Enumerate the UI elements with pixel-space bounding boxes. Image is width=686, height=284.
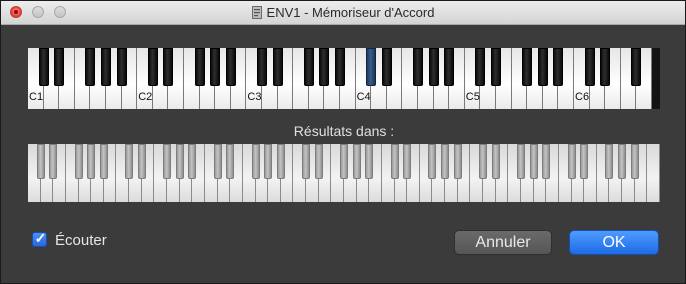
black-key[interactable]	[188, 144, 197, 179]
black-key[interactable]	[125, 144, 134, 179]
black-key[interactable]	[163, 48, 174, 86]
black-key[interactable]	[101, 48, 111, 86]
black-key[interactable]	[99, 144, 108, 179]
window-title-area: ENV1 - Mémoriseur d'Accord	[1, 5, 685, 20]
listen-checkbox[interactable]: ✓	[32, 230, 47, 247]
black-key[interactable]	[116, 48, 127, 86]
black-key[interactable]	[194, 48, 205, 86]
black-key[interactable]	[428, 144, 437, 179]
black-key[interactable]	[390, 144, 399, 179]
black-key[interactable]	[314, 144, 323, 179]
black-key[interactable]	[74, 144, 83, 179]
black-key[interactable]	[264, 144, 273, 179]
black-key[interactable]	[163, 144, 172, 179]
octave-label: C2	[138, 91, 153, 103]
black-key[interactable]	[302, 144, 311, 179]
chord-memorizer-window: ENV1 - Mémoriseur d'Accord C1 C2 C3 C4 C5 C6 …	[0, 0, 686, 284]
black-key[interactable]	[147, 48, 158, 86]
octave-label: C6	[575, 91, 590, 103]
black-key[interactable]	[516, 144, 525, 179]
black-key[interactable]	[542, 144, 551, 179]
octave-label: C4	[356, 91, 371, 103]
black-key[interactable]	[584, 48, 595, 86]
black-key[interactable]	[303, 48, 314, 86]
black-key[interactable]	[54, 48, 65, 86]
octave-label: C5	[465, 91, 480, 103]
black-key[interactable]	[225, 48, 236, 86]
black-key[interactable]	[276, 144, 285, 179]
black-key[interactable]	[453, 144, 462, 179]
black-key[interactable]	[251, 144, 260, 179]
black-key[interactable]	[618, 144, 627, 179]
black-key[interactable]	[175, 144, 184, 179]
black-key[interactable]	[580, 144, 589, 179]
results-keyboard	[28, 144, 660, 202]
black-key[interactable]	[85, 48, 96, 86]
document-icon	[251, 6, 262, 19]
window-title: ENV1 - Mémoriseur d'Accord	[266, 5, 435, 20]
black-key[interactable]	[441, 144, 450, 179]
black-key[interactable]	[49, 144, 58, 179]
black-key[interactable]	[475, 48, 486, 86]
cancel-button[interactable]: Annuler	[454, 230, 552, 255]
results-label: Résultats dans :	[293, 123, 395, 139]
black-key[interactable]	[87, 144, 96, 179]
black-key[interactable]	[522, 48, 533, 86]
black-key[interactable]	[413, 48, 423, 86]
black-key[interactable]	[352, 144, 361, 179]
white-key[interactable]	[647, 144, 660, 202]
black-key[interactable]	[340, 144, 348, 179]
black-key[interactable]	[479, 144, 488, 179]
black-key[interactable]	[335, 48, 345, 86]
black-key[interactable]	[210, 48, 221, 86]
black-key[interactable]	[381, 48, 392, 86]
black-key[interactable]	[213, 144, 222, 179]
chord-input-keyboard: C1 C2 C3 C4 C5 C6	[28, 48, 660, 109]
black-key[interactable]	[428, 48, 439, 86]
black-key[interactable]	[491, 144, 500, 179]
ok-button[interactable]: OK	[569, 230, 659, 255]
black-key[interactable]	[319, 48, 330, 86]
black-key[interactable]	[444, 48, 455, 86]
black-key[interactable]	[600, 48, 611, 86]
black-key[interactable]	[365, 144, 374, 179]
black-key[interactable]	[226, 144, 235, 179]
black-key[interactable]	[38, 48, 49, 86]
black-key[interactable]	[366, 48, 377, 86]
black-key[interactable]	[529, 144, 538, 179]
black-key[interactable]	[257, 48, 267, 86]
black-key[interactable]	[567, 144, 576, 179]
black-key[interactable]	[605, 144, 614, 179]
octave-label: C1	[29, 91, 44, 103]
black-key[interactable]	[630, 144, 639, 179]
title-bar: ENV1 - Mémoriseur d'Accord	[1, 1, 685, 25]
black-key[interactable]	[491, 48, 501, 86]
black-key[interactable]	[137, 144, 146, 179]
listen-label: Écouter	[55, 232, 107, 249]
black-key[interactable]	[36, 144, 45, 179]
black-key[interactable]	[553, 48, 564, 86]
black-key[interactable]	[403, 144, 412, 179]
black-key[interactable]	[631, 48, 642, 86]
checkmark-icon: ✓	[34, 230, 47, 246]
octave-label: C3	[247, 91, 262, 103]
black-key[interactable]	[272, 48, 283, 86]
black-key[interactable]	[537, 48, 548, 86]
